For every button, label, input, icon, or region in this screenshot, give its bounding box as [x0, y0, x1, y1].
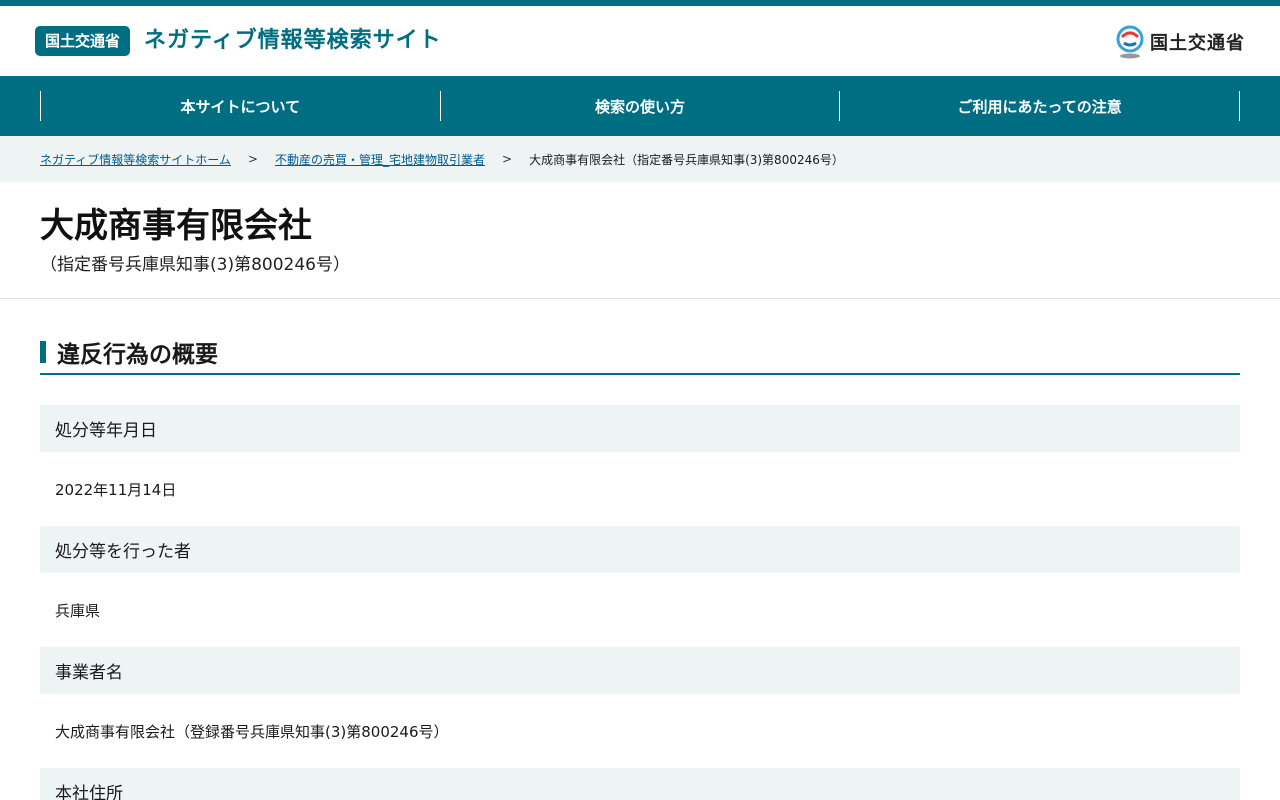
- ministry-emblem-icon: [1116, 25, 1144, 59]
- detail-value-company: 大成商事有限会社（登録番号兵庫県知事(3)第800246号）: [55, 722, 449, 741]
- detail-label-company: 事業者名: [40, 647, 1240, 694]
- detail-label-date: 処分等年月日: [40, 405, 1240, 452]
- page-title: 大成商事有限会社: [40, 206, 312, 246]
- breadcrumb: ネガティブ情報等検索サイトホーム > 不動産の売買・管理_宅地建物取引業者 > …: [0, 136, 1280, 182]
- detail-list: 処分等年月日 2022年11月14日 処分等を行った者 兵庫県 事業者名 大成商…: [40, 405, 1240, 800]
- site-title-link[interactable]: ネガティブ情報等検索サイト: [144, 26, 442, 56]
- site-header: 国土交通省 ネガティブ情報等検索サイト 国土交通省: [0, 6, 1280, 76]
- page-header: 大成商事有限会社 （指定番号兵庫県知事(3)第800246号）: [0, 182, 1280, 299]
- detail-value-authority: 兵庫県: [55, 601, 101, 620]
- detail-label-address: 本社住所: [40, 768, 1240, 800]
- breadcrumb-separator: >: [247, 152, 258, 166]
- nav-about[interactable]: 本サイトについて: [40, 91, 440, 121]
- nav-usage-notes[interactable]: ご利用にあたっての注意: [839, 91, 1241, 121]
- breadcrumb-current: 大成商事有限会社（指定番号兵庫県知事(3)第800246号）: [529, 152, 844, 167]
- heading-accent-bar: [40, 341, 46, 363]
- breadcrumb-home-link[interactable]: ネガティブ情報等検索サイトホーム: [40, 151, 231, 168]
- ministry-badge: 国土交通省: [35, 26, 131, 56]
- detail-value-date: 2022年11月14日: [55, 480, 177, 499]
- section-heading: 違反行為の概要: [40, 337, 1240, 375]
- ministry-name: 国土交通省: [1150, 33, 1245, 54]
- section-heading-text: 違反行為の概要: [57, 342, 218, 368]
- nav-how-to-search[interactable]: 検索の使い方: [439, 91, 840, 121]
- detail-label-authority: 処分等を行った者: [40, 526, 1240, 573]
- breadcrumb-separator: >: [502, 152, 513, 166]
- page-subtitle: （指定番号兵庫県知事(3)第800246号）: [40, 255, 350, 275]
- main-navigation: 本サイトについて 検索の使い方 ご利用にあたっての注意: [0, 76, 1280, 136]
- breadcrumb-category-link[interactable]: 不動産の売買・管理_宅地建物取引業者: [275, 151, 485, 168]
- main-content: 違反行為の概要 処分等年月日 2022年11月14日 処分等を行った者 兵庫県 …: [0, 299, 1280, 800]
- ministry-logo[interactable]: 国土交通省: [1116, 25, 1245, 59]
